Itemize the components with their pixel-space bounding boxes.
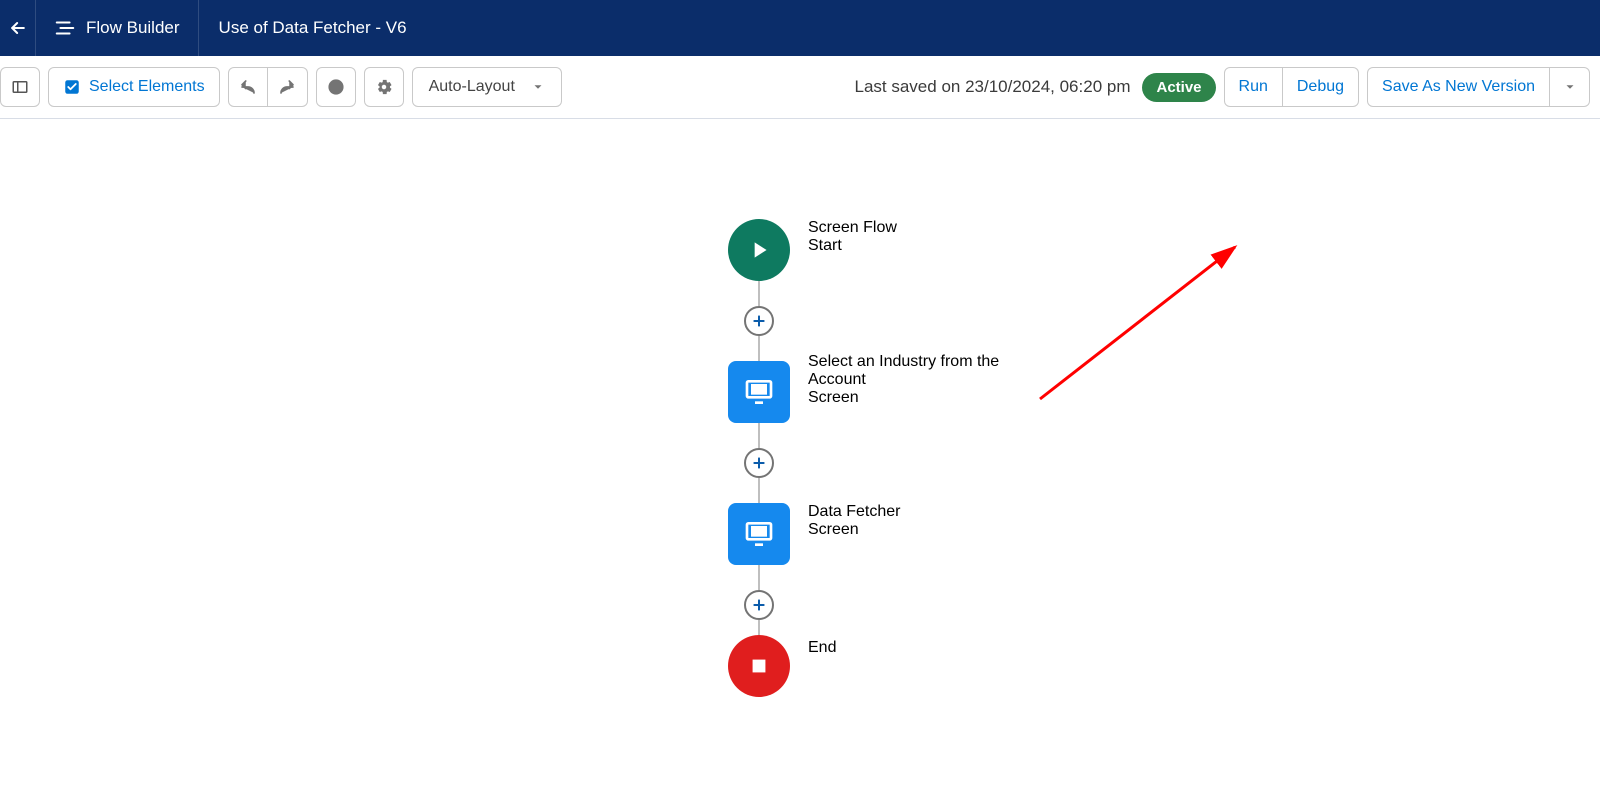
gear-icon (375, 78, 393, 96)
screen-node-icon (728, 361, 790, 423)
toolbar: Select Elements Auto-Layout Last saved o… (0, 56, 1600, 119)
undo-icon (239, 78, 257, 96)
add-node-button[interactable] (744, 448, 774, 478)
back-button[interactable] (0, 0, 36, 56)
settings-button[interactable] (364, 67, 404, 107)
annotation-arrow (1030, 239, 1260, 409)
redo-icon (278, 78, 296, 96)
node2-subtitle: Screen (808, 521, 1048, 539)
flow-node-screen-1[interactable]: Select an Industry from the Account Scre… (728, 361, 790, 423)
connector (758, 620, 760, 635)
run-label: Run (1239, 78, 1268, 96)
flow-name: Use of Data Fetcher - V6 (199, 18, 427, 38)
save-as-new-version-button[interactable]: Save As New Version (1367, 67, 1550, 107)
flow-node-start[interactable]: Screen Flow Start (728, 219, 790, 281)
flow-node-screen-2[interactable]: Data Fetcher Screen (728, 503, 790, 565)
connector (758, 423, 760, 448)
status-badge: Active (1142, 73, 1215, 102)
flow-builder-icon (54, 17, 76, 39)
play-icon (746, 237, 772, 263)
app-title: Flow Builder (86, 18, 180, 38)
node1-subtitle: Screen (808, 389, 1048, 407)
chevron-down-icon (531, 80, 545, 94)
node1-title: Select an Industry from the Account (808, 353, 1048, 389)
plus-icon (751, 455, 767, 471)
plus-icon (751, 313, 767, 329)
end-node-title: End (808, 639, 1048, 657)
monitor-icon (743, 518, 775, 550)
undo-redo-group (228, 67, 308, 107)
undo-button[interactable] (228, 67, 268, 107)
node2-title: Data Fetcher (808, 503, 1048, 521)
brand: Flow Builder (36, 0, 199, 56)
debug-button[interactable]: Debug (1283, 67, 1359, 107)
checkbox-icon (63, 78, 81, 96)
connector (758, 478, 760, 503)
prohibit-icon (327, 78, 345, 96)
save-menu-button[interactable] (1550, 67, 1590, 107)
last-saved-text: Last saved on 23/10/2024, 06:20 pm (855, 77, 1131, 97)
run-button[interactable]: Run (1224, 67, 1283, 107)
redo-button[interactable] (268, 67, 308, 107)
chevron-down-icon (1563, 80, 1577, 94)
connector (758, 336, 760, 361)
run-debug-group: Run Debug (1224, 67, 1360, 107)
add-node-button[interactable] (744, 590, 774, 620)
start-node-icon (728, 219, 790, 281)
connector (758, 565, 760, 590)
panel-toggle-button[interactable] (0, 67, 40, 107)
connector (758, 281, 760, 306)
select-elements-label: Select Elements (89, 78, 205, 96)
start-node-title: Screen Flow (808, 219, 1048, 237)
start-node-subtitle: Start (808, 237, 1048, 255)
add-node-button[interactable] (744, 306, 774, 336)
prohibit-button[interactable] (316, 67, 356, 107)
monitor-icon (743, 376, 775, 408)
layout-mode-dropdown[interactable]: Auto-Layout (412, 67, 562, 107)
stop-icon (748, 655, 770, 677)
plus-icon (751, 597, 767, 613)
end-node-icon (728, 635, 790, 697)
debug-label: Debug (1297, 78, 1344, 96)
screen-node-icon (728, 503, 790, 565)
save-group: Save As New Version (1367, 67, 1590, 107)
app-header: Flow Builder Use of Data Fetcher - V6 (0, 0, 1600, 56)
arrow-left-icon (8, 18, 28, 38)
layout-mode-label: Auto-Layout (429, 78, 515, 96)
flow-canvas[interactable]: Screen Flow Start Select an Industry fro… (0, 119, 1600, 791)
panel-left-icon (11, 78, 29, 96)
flow-column: Screen Flow Start Select an Industry fro… (728, 219, 790, 697)
save-as-label: Save As New Version (1382, 78, 1535, 96)
select-elements-button[interactable]: Select Elements (48, 67, 220, 107)
flow-node-end[interactable]: End (728, 635, 790, 697)
